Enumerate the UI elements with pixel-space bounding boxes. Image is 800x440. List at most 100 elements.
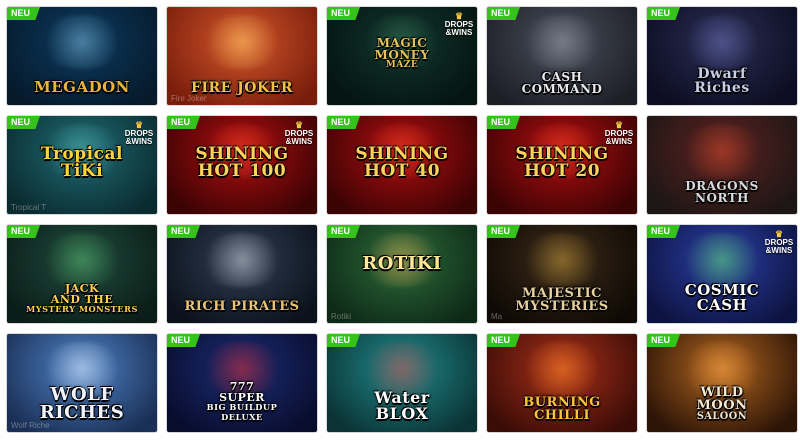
- game-tile[interactable]: Water BLOX NEU: [327, 334, 477, 432]
- game-title: MEGADON: [11, 80, 153, 95]
- game-title: CASH COMMAND: [491, 71, 633, 95]
- new-badge: NEU: [487, 225, 521, 238]
- game-tile[interactable]: FIRE JOKER Fire Joker: [167, 7, 317, 105]
- game-title: Water BLOX: [331, 390, 473, 422]
- drops-wins-badge: ♛ DROPS &WINS: [284, 121, 314, 149]
- game-title-line: NORTH: [695, 191, 749, 205]
- new-badge: NEU: [487, 7, 521, 20]
- game-title: 777 SUPER BIG BUILDUP DELUXE: [171, 381, 313, 422]
- new-badge: NEU: [487, 334, 521, 347]
- game-title-line: MAZE: [385, 60, 419, 70]
- game-tile[interactable]: COSMIC CASH NEU ♛ DROPS &WINS: [647, 225, 797, 323]
- game-tile[interactable]: BURNING CHILLI NEU: [487, 334, 637, 432]
- game-tile[interactable]: Tropical TiKi Tropical T NEU ♛ DROPS &WINS: [7, 116, 157, 214]
- game-title: WOLF RICHES: [11, 386, 153, 422]
- new-badge: NEU: [647, 334, 681, 347]
- drops-wins-label: &WINS: [125, 137, 153, 146]
- game-title: JACK AND THE MYSTERY MONSTERS: [11, 283, 153, 313]
- game-title-line: RICHES: [39, 402, 125, 423]
- new-badge: NEU: [327, 334, 361, 347]
- game-caption: Wolf Riche: [11, 421, 50, 430]
- game-title: Tropical TiKi: [11, 146, 153, 180]
- game-title-line: BIG BUILDUP: [206, 401, 278, 412]
- drops-wins-label: &WINS: [285, 137, 313, 146]
- game-title-line: HOT 100: [197, 161, 287, 181]
- game-tile[interactable]: MEGADON NEU: [7, 7, 157, 105]
- game-caption: Fire Joker: [171, 94, 207, 103]
- new-badge: NEU: [167, 334, 201, 347]
- game-title-line: SALOON: [696, 411, 748, 423]
- game-tile[interactable]: ROTIKI Rotiki NEU: [327, 225, 477, 323]
- game-title-line: CASH: [696, 296, 748, 314]
- artwork-highlight: [197, 232, 287, 287]
- artwork-highlight: [677, 123, 767, 178]
- game-grid: MEGADON NEU FIRE JOKER Fire Joker MAGIC MONEY…: [0, 0, 800, 440]
- game-title-line: ROTIKI: [362, 253, 442, 274]
- new-badge: NEU: [647, 7, 681, 20]
- new-badge: NEU: [7, 225, 41, 238]
- new-badge: NEU: [167, 116, 201, 129]
- game-title: COSMIC CASH: [651, 283, 793, 313]
- game-title: SHINING HOT 20: [491, 146, 633, 180]
- drops-wins-badge: ♛ DROPS &WINS: [764, 230, 794, 258]
- game-title-line: COMMAND: [521, 82, 603, 96]
- game-title: BURNING CHILLI: [491, 396, 633, 422]
- game-tile[interactable]: JACK AND THE MYSTERY MONSTERS NEU: [7, 225, 157, 323]
- game-title-line: TiKi: [60, 161, 104, 181]
- game-title: SHINING HOT 40: [331, 146, 473, 180]
- drops-wins-badge: ♛ DROPS &WINS: [444, 12, 474, 40]
- game-title-line: FIRE JOKER: [191, 80, 293, 96]
- game-title-line: CHILLI: [533, 408, 591, 423]
- new-badge: NEU: [7, 116, 41, 129]
- game-tile[interactable]: CASH COMMAND NEU: [487, 7, 637, 105]
- game-tile[interactable]: RICH PIRATES NEU: [167, 225, 317, 323]
- new-badge: NEU: [7, 7, 41, 20]
- game-title: MAJESTIC MYSTERIES: [491, 287, 633, 313]
- game-tile[interactable]: DRAGONS NORTH: [647, 116, 797, 214]
- game-tile[interactable]: SHINING HOT 100 NEU ♛ DROPS &WINS: [167, 116, 317, 214]
- game-title-line: Dwarf: [697, 66, 747, 82]
- drops-wins-badge: ♛ DROPS &WINS: [124, 121, 154, 149]
- new-badge: NEU: [487, 116, 521, 129]
- game-tile[interactable]: MAGIC MONEY MAZE NEU ♛ DROPS &WINS: [327, 7, 477, 105]
- game-caption: Ma: [491, 312, 503, 321]
- new-badge: NEU: [647, 225, 681, 238]
- game-caption: Rotiki: [331, 312, 352, 321]
- game-title-line: DELUXE: [221, 412, 263, 422]
- artwork-highlight: [677, 232, 767, 287]
- new-badge: NEU: [327, 116, 361, 129]
- game-tile[interactable]: WOLF RICHES Wolf Riche: [7, 334, 157, 432]
- artwork-highlight: [37, 14, 127, 69]
- drops-wins-badge: ♛ DROPS &WINS: [604, 121, 634, 149]
- game-title-line: Riches: [694, 80, 750, 96]
- game-caption: Tropical T: [11, 203, 47, 212]
- game-title: DRAGONS NORTH: [651, 180, 793, 204]
- game-title-line: MYSTERIES: [515, 299, 609, 314]
- game-title: WILD MOON SALOON: [651, 386, 793, 422]
- drops-wins-label: &WINS: [445, 28, 473, 37]
- new-badge: NEU: [167, 225, 201, 238]
- game-title: SHINING HOT 100: [171, 146, 313, 180]
- artwork-highlight: [197, 14, 287, 69]
- game-title-line: HOT 20: [523, 161, 601, 181]
- artwork-highlight: [517, 14, 607, 69]
- game-title-line: HOT 40: [363, 161, 441, 181]
- drops-wins-label: &WINS: [765, 246, 793, 255]
- game-tile[interactable]: MAJESTIC MYSTERIES Ma NEU: [487, 225, 637, 323]
- game-tile[interactable]: Dwarf Riches NEU: [647, 7, 797, 105]
- game-title: Dwarf Riches: [651, 67, 793, 95]
- game-title-line: BLOX: [375, 404, 429, 423]
- game-title: FIRE JOKER: [171, 81, 313, 95]
- game-tile[interactable]: 777 SUPER BIG BUILDUP DELUXE NEU: [167, 334, 317, 432]
- new-badge: NEU: [327, 7, 361, 20]
- game-title-line: MYSTERY MONSTERS: [26, 303, 138, 314]
- game-title: ROTIKI: [331, 255, 473, 273]
- game-title-line: MEGADON: [34, 78, 130, 96]
- game-tile[interactable]: SHINING HOT 40 NEU: [327, 116, 477, 214]
- drops-wins-label: &WINS: [605, 137, 633, 146]
- artwork-highlight: [517, 341, 607, 396]
- game-tile[interactable]: WILD MOON SALOON NEU: [647, 334, 797, 432]
- game-title: MAGIC MONEY MAZE: [331, 37, 473, 70]
- game-tile[interactable]: SHINING HOT 20 NEU ♛ DROPS &WINS: [487, 116, 637, 214]
- game-title-line: RICH PIRATES: [184, 299, 300, 314]
